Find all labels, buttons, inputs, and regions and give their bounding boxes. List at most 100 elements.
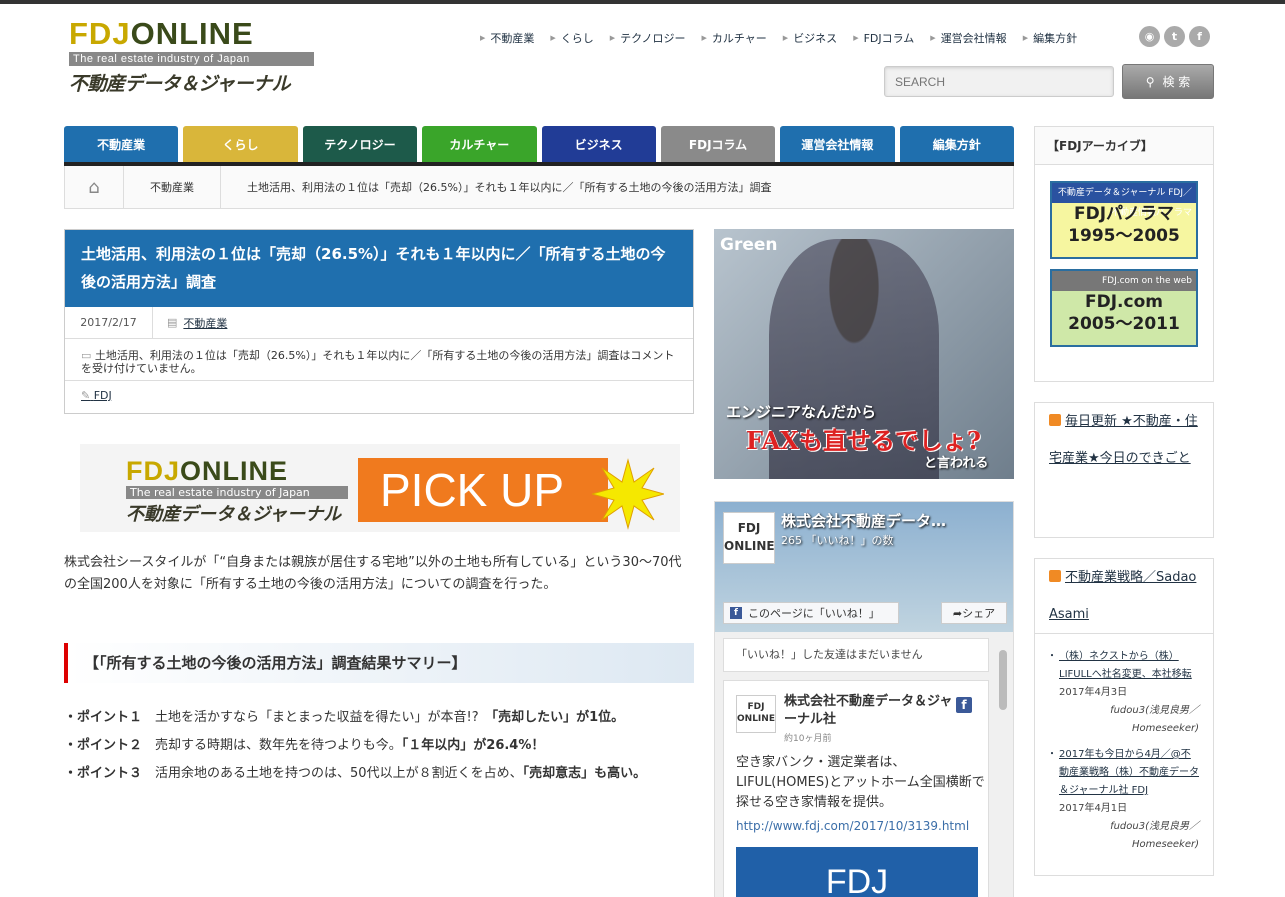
rss-icon[interactable] xyxy=(1049,570,1061,582)
facebook-post-author[interactable]: 株式会社不動産データ＆ジャーナル社 xyxy=(784,693,954,729)
banner-line-1: FDJ.com xyxy=(1085,292,1163,312)
nav-business[interactable]: ビジネス xyxy=(541,126,656,162)
feed-daily-title-text: 毎日更新 ★不動産・住宅産業★今日のできごと xyxy=(1049,414,1198,466)
point-text: 売却する時期は、数年先を待つよりも今。 xyxy=(155,738,402,753)
facebook-post-text: 空き家バンク・選定業者は、LIFUL(HOMES)とアットホーム全国横断で探せる… xyxy=(736,755,985,810)
archive-title: 【FDJアーカイブ】 xyxy=(1035,127,1213,165)
breadcrumb-category[interactable]: 不動産業 xyxy=(124,179,220,195)
breadcrumb-current: 土地活用、利用法の１位は「売却（26.5%）」それも１年以内に／「所有する土地の… xyxy=(247,181,772,194)
advertisement-banner[interactable]: Green エンジニアなんだから FAXも直せるでしょ? と言われる xyxy=(714,229,1014,479)
article-header: 土地活用、利用法の１位は「売却（26.5%）」それも１年以内に／「所有する土地の… xyxy=(64,229,694,414)
logo-subtitle: 不動産データ＆ジャーナル xyxy=(69,73,291,95)
facebook-post-logo[interactable]: FDJ ONLINE xyxy=(736,695,776,733)
facebook-page-logo[interactable]: FDJ ONLINE xyxy=(723,512,775,564)
nav-technology[interactable]: テクノロジー xyxy=(302,126,418,162)
point-2: ・ポイント２ 売却する時期は、数年先を待つよりも今。「１年以内」が26.4%！ xyxy=(64,732,694,760)
top-link-real-estate[interactable]: 不動産業 xyxy=(480,30,534,46)
nav-life[interactable]: くらし xyxy=(183,126,298,162)
point-3: ・ポイント３ 活用余地のある土地を持つのは、50代以上が８割近くを占め、「売却意… xyxy=(64,760,694,788)
feed-item-date: 2017年4月3日 xyxy=(1059,687,1128,698)
facebook-scrollbar[interactable] xyxy=(999,650,1007,710)
point-label: ・ポイント２ xyxy=(64,738,143,753)
feed-widget-strategy: 不動産業戦略／Sadao Asami （株）ネクストから（株）LIFULLへ社名… xyxy=(1034,558,1214,876)
point-highlight: 「売却したい」が1位。 xyxy=(491,710,625,725)
facebook-like-label: このページに「いいね！」 xyxy=(748,607,880,620)
point-1: ・ポイント１ 土地を活かすなら「まとまった収益を得たい」が本音!? 「売却したい… xyxy=(64,704,694,732)
rss-icon[interactable]: ◉ xyxy=(1139,26,1160,47)
logo-online: ONLINE xyxy=(130,16,254,51)
nav-fdj-column[interactable]: FDJコラム xyxy=(660,126,776,162)
site-logo[interactable]: FDJONLINE The real estate industry of Ja… xyxy=(69,18,314,96)
nav-real-estate[interactable]: 不動産業 xyxy=(64,126,179,162)
fb-logo-line1: FDJ xyxy=(737,521,761,535)
share-icon: ➦ xyxy=(952,606,963,620)
pickup-logo-online: ONLINE xyxy=(180,456,289,486)
comment-note-text: 土地活用、利用法の１位は「売却（26.5%）」それも１年以内に／「所有する土地の… xyxy=(81,349,675,375)
top-link-company[interactable]: 運営会社情報 xyxy=(930,30,1007,46)
pickup-logo-fdj: FDJ xyxy=(126,456,181,486)
search-button[interactable]: ⚲ 検 索 xyxy=(1122,64,1214,99)
nav-company[interactable]: 運営会社情報 xyxy=(780,126,895,162)
search-input[interactable] xyxy=(884,66,1114,97)
top-link-editorial[interactable]: 編集方針 xyxy=(1023,30,1077,46)
twitter-icon[interactable]: t xyxy=(1164,26,1185,47)
archive-banner-fdjcom[interactable]: FDJ.com on the web FDJ.com 2005〜2011 xyxy=(1050,269,1198,347)
facebook-page-name[interactable]: 株式会社不動産データ… xyxy=(781,510,946,531)
search-button-label: 検 索 xyxy=(1162,75,1191,89)
rss-icon[interactable] xyxy=(1049,414,1061,426)
feed-strategy-list: （株）ネクストから（株）LIFULLへ社名変更、本社移転 2017年4月3日 f… xyxy=(1035,633,1213,862)
nav-culture[interactable]: カルチャー xyxy=(422,126,537,162)
pickup-logo-tagline: The real estate industry of Japan xyxy=(126,486,348,499)
article-author[interactable]: FDJ xyxy=(94,389,112,402)
article-category[interactable]: 不動産業 xyxy=(177,315,227,331)
facebook-post-time[interactable]: 約10ヶ月前 xyxy=(784,731,831,744)
facebook-cover: FDJ ONLINE 株式会社不動産データ… 265 「いいね！」の数 f このペー… xyxy=(715,502,1013,632)
comment-note: ▭ 土地活用、利用法の１位は「売却（26.5%）」それも１年以内に／「所有する土… xyxy=(65,339,693,381)
facebook-icon: f xyxy=(730,607,742,619)
summary-points: ・ポイント１ 土地を活かすなら「まとまった収益を得たい」が本音!? 「売却したい… xyxy=(64,704,694,788)
facebook-like-button[interactable]: f このページに「いいね！」 xyxy=(723,602,899,624)
top-link-fdj-column[interactable]: FDJコラム xyxy=(853,30,915,46)
point-highlight: 「１年以内」が26.4%！ xyxy=(401,738,545,753)
feed-item-date: 2017年4月1日 xyxy=(1059,803,1128,814)
facebook-share-button[interactable]: ➦ シェア xyxy=(941,602,1007,624)
facebook-icon[interactable]: f xyxy=(956,697,972,713)
search-icon: ⚲ xyxy=(1145,74,1155,89)
comment-icon: ▭ xyxy=(81,349,92,362)
banner-line-2: 2005〜2011 xyxy=(1068,314,1180,334)
feed-item-title[interactable]: 2017年も今日から4月／@不動産業戦略（株）不動産データ＆ジャーナル社 FDJ xyxy=(1047,746,1199,800)
top-link-business[interactable]: ビジネス xyxy=(783,30,837,46)
ad-line-2: FAXも直せるでしょ? xyxy=(746,426,981,455)
feed-strategy-title[interactable]: 不動産業戦略／Sadao Asami xyxy=(1035,559,1213,633)
facebook-post-image[interactable]: FDJ xyxy=(736,847,978,897)
category-icon: ▤ xyxy=(167,316,178,329)
top-link-culture[interactable]: カルチャー xyxy=(702,30,767,46)
archive-banner-panorama[interactable]: 不動産データ＆ジャーナル FDJ／不動産情報パノラマ FDJパノラマ 1995〜… xyxy=(1050,181,1198,259)
facebook-post-link[interactable]: http://www.fdj.com/2017/10/3139.html xyxy=(736,819,969,833)
pickup-label: PICK UP xyxy=(358,458,608,522)
top-nav: 不動産業 くらし テクノロジー カルチャー ビジネス FDJコラム 運営会社情報… xyxy=(480,30,1093,46)
burst-icon xyxy=(592,458,664,530)
top-link-technology[interactable]: テクノロジー xyxy=(610,30,685,46)
feed-item-author: fudou3(浅見良男／Homeseeker) xyxy=(1110,705,1199,734)
archive-widget: 【FDJアーカイブ】 不動産データ＆ジャーナル FDJ／不動産情報パノラマ FD… xyxy=(1034,126,1214,382)
nav-editorial[interactable]: 編集方針 xyxy=(899,126,1014,162)
point-label: ・ポイント１ xyxy=(64,710,143,725)
pickup-banner[interactable]: FDJONLINE The real estate industry of Ja… xyxy=(80,444,680,532)
feed-daily-title[interactable]: 毎日更新 ★不動産・住宅産業★今日のできごと xyxy=(1035,403,1213,477)
pencil-icon: ✎ xyxy=(81,389,91,402)
breadcrumb-separator xyxy=(123,165,124,209)
facebook-icon[interactable]: f xyxy=(1189,26,1210,47)
fb-post-logo-line1: FDJ xyxy=(747,702,765,712)
article-title: 土地活用、利用法の１位は「売却（26.5%）」それも１年以内に／「所有する土地の… xyxy=(65,230,693,307)
ad-line-1: エンジニアなんだから xyxy=(726,403,877,421)
top-link-life[interactable]: くらし xyxy=(550,30,594,46)
home-icon[interactable]: ⌂ xyxy=(65,177,123,198)
feed-item-title[interactable]: （株）ネクストから（株）LIFULLへ社名変更、本社移転 xyxy=(1047,648,1199,684)
fb-post-logo-line2: ONLINE xyxy=(737,714,775,724)
summary-heading: 【「所有する土地の今後の活用方法」調査結果サマリー】 xyxy=(64,643,694,683)
point-label: ・ポイント３ xyxy=(64,766,143,781)
point-text: 活用余地のある土地を持つのは、50代以上が８割近くを占め、 xyxy=(155,766,523,781)
main-nav: 不動産業 くらし テクノロジー カルチャー ビジネス FDJコラム 運営会社情報… xyxy=(64,126,1014,162)
feed-item-author: fudou3(浅見良男／Homeseeker) xyxy=(1110,821,1199,850)
